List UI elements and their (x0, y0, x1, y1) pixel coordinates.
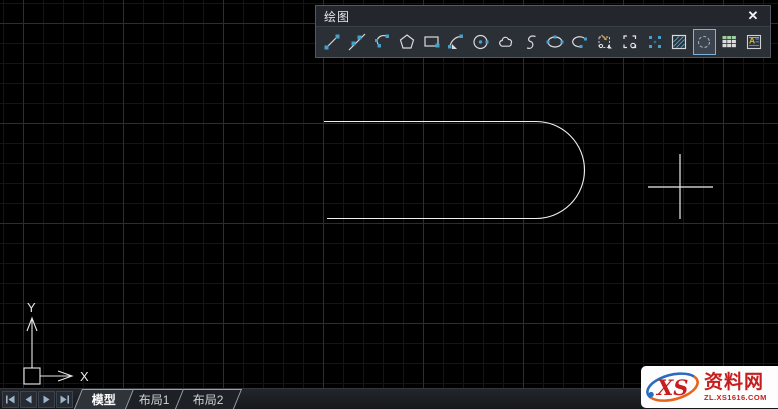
table-icon[interactable] (718, 29, 741, 55)
ucs-x-label: X (80, 369, 89, 384)
tab-nav-first-icon[interactable] (2, 391, 19, 408)
canvas-geometry: Y X (0, 0, 778, 388)
polygon-icon[interactable] (395, 29, 418, 55)
drawing-canvas[interactable]: Y X (0, 0, 778, 388)
point-icon[interactable] (643, 29, 666, 55)
revision-cloud-icon[interactable] (494, 29, 517, 55)
circle-icon[interactable] (470, 29, 493, 55)
draw-toolbar-titlebar[interactable]: 绘图 ✕ (316, 6, 770, 27)
ellipse-arc-icon[interactable] (569, 29, 592, 55)
slot-polyline[interactable] (324, 122, 585, 219)
svg-text:XS: XS (655, 375, 688, 400)
line-icon[interactable] (321, 29, 344, 55)
polyline-icon[interactable] (371, 29, 394, 55)
rectangle-icon[interactable] (420, 29, 443, 55)
ellipse-icon[interactable] (544, 29, 567, 55)
spline-icon[interactable] (519, 29, 542, 55)
construction-line-icon[interactable] (346, 29, 369, 55)
ucs-origin-square (24, 368, 40, 384)
hatch-icon[interactable] (668, 29, 691, 55)
arc-icon[interactable] (445, 29, 468, 55)
watermark-site-name: 资料网 (704, 373, 764, 392)
watermark-logo-icon: XS (644, 368, 702, 406)
layout-tabs: 模型 布局1 布局2 (83, 389, 237, 409)
gradient-icon[interactable] (693, 29, 716, 55)
draw-toolbar-title: 绘图 (324, 8, 350, 25)
tab-layout2[interactable]: 布局2 (175, 389, 242, 409)
draw-toolbar: 绘图 ✕ (315, 5, 771, 58)
mtext-icon[interactable]: A (742, 29, 765, 55)
tab-nav-controls (0, 389, 75, 409)
tab-nav-prev-icon[interactable] (20, 391, 37, 408)
close-icon[interactable]: ✕ (744, 8, 762, 24)
tab-nav-next-icon[interactable] (38, 391, 55, 408)
insert-block-icon[interactable] (594, 29, 617, 55)
watermark: XS 资料网 ZL.XS1616.COM (641, 366, 778, 408)
crosshair-cursor (648, 154, 713, 219)
tab-model[interactable]: 模型 (74, 389, 134, 409)
tab-nav-last-icon[interactable] (56, 391, 73, 408)
make-block-icon[interactable] (618, 29, 641, 55)
watermark-url: ZL.XS1616.COM (704, 394, 767, 402)
ucs-icon: Y X (24, 300, 89, 384)
draw-toolbar-buttons: A (316, 27, 770, 57)
ucs-y-label: Y (27, 300, 36, 315)
